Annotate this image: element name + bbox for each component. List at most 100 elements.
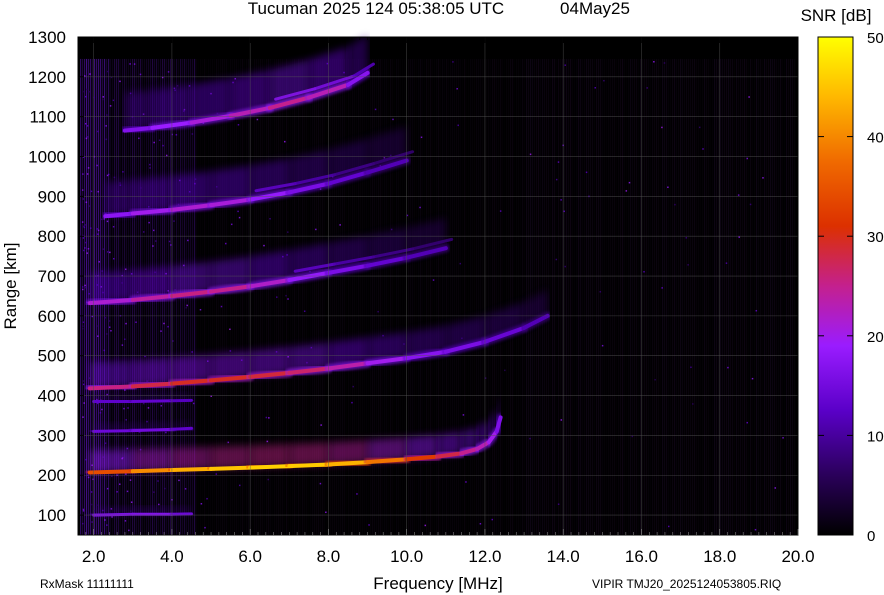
noise-streak: [532, 58, 534, 536]
noise-streak: [420, 58, 422, 536]
noise-speckle: [88, 205, 91, 207]
noise-speckle: [685, 237, 688, 239]
noise-speckle: [263, 244, 265, 247]
noise-streak: [762, 58, 764, 536]
noise-streak: [568, 58, 570, 536]
noise-speckle: [667, 186, 669, 189]
trace-segment: [130, 468, 174, 474]
noise-speckle: [106, 114, 108, 116]
trace-segment: [122, 125, 155, 133]
noise-streak: [574, 58, 576, 536]
noise-speckle: [755, 309, 758, 312]
noise-speckle: [126, 447, 129, 450]
noise-speckle: [86, 88, 88, 91]
noise-streak: [548, 58, 550, 536]
trace-segment: [103, 211, 135, 219]
noise-streak: [608, 58, 610, 536]
noise-speckle: [663, 62, 666, 64]
noise-speckle: [229, 350, 232, 352]
noise-speckle: [268, 417, 270, 419]
noise-speckle: [320, 424, 322, 426]
noise-speckle: [206, 497, 208, 500]
noise-streak: [520, 58, 522, 536]
y-tick-label: 600: [38, 307, 66, 326]
noise-streak: [582, 58, 584, 536]
colorbar-tick-label: 0: [867, 528, 875, 545]
noise-speckle: [702, 148, 704, 150]
noise-speckle: [462, 414, 465, 416]
noise-streak: [704, 58, 706, 536]
y-tick-label: 500: [38, 347, 66, 366]
noise-speckle: [85, 241, 87, 244]
noise-streak: [744, 58, 746, 536]
noise-speckle: [106, 393, 108, 396]
noise-streak: [616, 58, 618, 536]
noise-speckle: [782, 437, 784, 439]
noise-streak: [666, 58, 668, 536]
noise-speckle: [87, 136, 89, 138]
y-tick-label: 900: [38, 187, 66, 206]
x-axis-label: Frequency [MHz]: [373, 574, 502, 593]
noise-streak: [784, 58, 786, 536]
noise-streak: [446, 58, 448, 536]
noise-streak: [588, 58, 590, 536]
noise-speckle: [106, 487, 109, 490]
noise-speckle: [133, 63, 136, 65]
noise-speckle: [690, 366, 692, 369]
noise-speckle: [124, 520, 127, 522]
noise-speckle: [82, 416, 84, 418]
noise-streak: [452, 58, 454, 536]
noise-streak: [456, 58, 458, 536]
noise-speckle: [352, 385, 354, 388]
noise-speckle: [692, 403, 694, 405]
noise-streak: [634, 58, 636, 536]
noise-speckle: [654, 378, 656, 381]
noise-streak: [770, 58, 772, 536]
trace-segment: [87, 469, 135, 475]
noise-speckle: [746, 421, 748, 424]
noise-speckle: [631, 435, 634, 438]
noise-streak: [722, 58, 724, 536]
noise-speckle: [746, 157, 748, 160]
noise-streak: [490, 58, 492, 536]
noise-speckle: [479, 522, 482, 525]
noise-speckle: [107, 173, 110, 176]
noise-speckle: [149, 167, 151, 169]
noise-streak: [414, 58, 416, 536]
noise-speckle: [601, 344, 604, 347]
noise-streak: [676, 58, 678, 536]
noise-streak: [660, 58, 662, 536]
noise-streak: [670, 58, 672, 536]
noise-streak: [702, 58, 704, 536]
noise-speckle: [96, 504, 98, 506]
noise-streak: [502, 58, 504, 536]
noise-speckle: [237, 124, 240, 126]
noise-streak: [410, 58, 412, 536]
noise-speckle: [237, 210, 239, 213]
noise-streak: [460, 58, 462, 536]
noise-speckle: [116, 491, 118, 493]
noise-speckle: [392, 118, 394, 121]
noise-speckle: [105, 333, 108, 335]
noise-speckle: [557, 503, 560, 505]
noise-speckle: [83, 226, 86, 229]
noise-speckle: [147, 407, 150, 409]
noise-speckle: [82, 510, 85, 512]
noise-speckle: [86, 125, 89, 127]
noise-speckle: [96, 164, 98, 167]
noise-speckle: [84, 122, 87, 125]
noise-streak: [718, 58, 720, 536]
noise-speckle: [109, 105, 112, 107]
noise-speckle: [560, 419, 563, 421]
y-tick-label: 1000: [28, 148, 66, 167]
noise-speckle: [88, 293, 90, 295]
noise-speckle: [162, 144, 164, 147]
noise-speckle: [82, 173, 84, 175]
trace-segment: [131, 427, 174, 433]
noise-speckle: [564, 64, 566, 66]
noise-speckle: [108, 320, 111, 322]
noise-speckle: [176, 85, 179, 87]
noise-streak: [518, 58, 520, 536]
noise-speckle: [491, 518, 494, 521]
noise-speckle: [90, 491, 93, 493]
